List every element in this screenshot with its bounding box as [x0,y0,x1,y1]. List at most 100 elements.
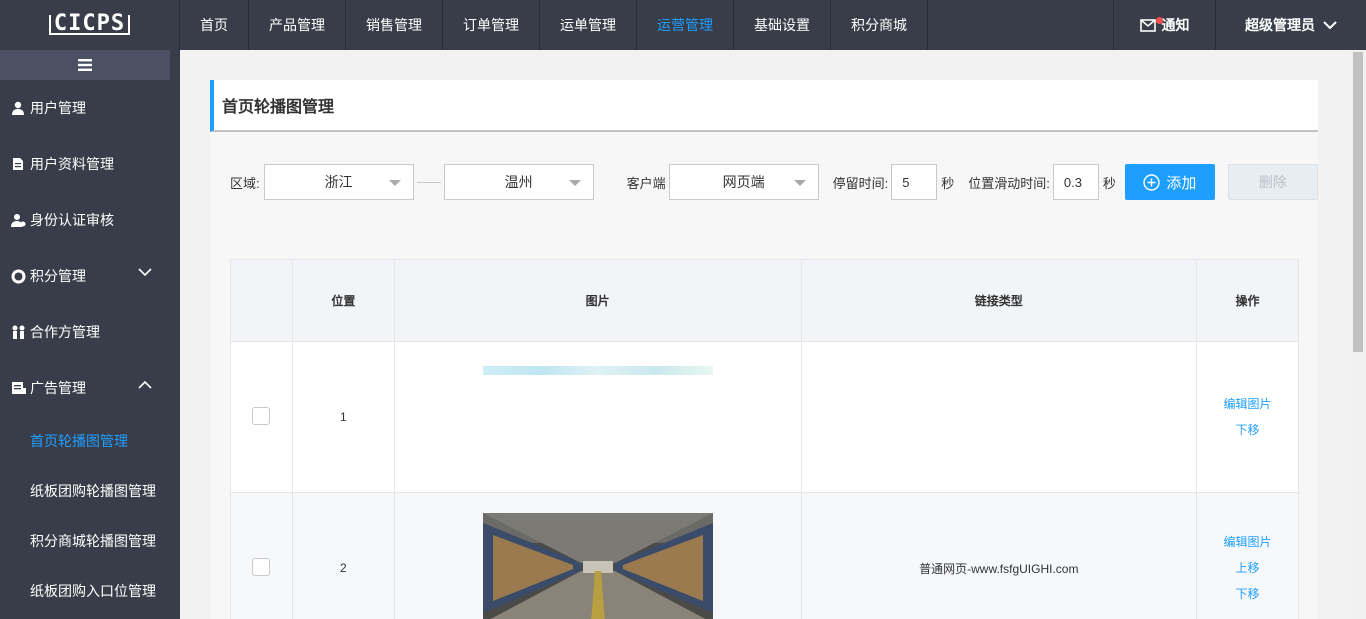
client-label: 客户端 [626,175,666,191]
partners-icon [10,324,26,340]
nav-item-sales[interactable]: 销售管理 [346,0,443,50]
content-card: 首页轮播图管理 区域: 浙江 温州 客户端 网页端 停留时间: 5 秒 位置滑动… [210,80,1318,619]
carousel-image-thumbnail[interactable] [482,365,713,375]
sidebar-item-label: 积分管理 [30,268,86,284]
delete-button[interactable]: 删除 [1227,164,1318,200]
notify-button[interactable]: 通知 [1113,0,1215,50]
page-title: 首页轮播图管理 [210,80,1318,132]
sidebar-item-label: 用户管理 [30,100,86,116]
stay-time-unit: 秒 [941,175,955,191]
user-check-icon [10,212,26,228]
sidebar-item-users[interactable]: 用户管理 [0,80,180,136]
sidebar-item-user-profiles[interactable]: 用户资料管理 [0,136,180,192]
sidebar-toggle[interactable] [0,50,170,80]
row-image-cell [393,492,802,619]
sidebar-subitem-points-mall-carousel[interactable]: 积分商城轮播图管理 [0,516,180,566]
row-checkbox[interactable] [252,406,271,425]
row-image-cell [393,341,802,493]
stay-time-label: 停留时间: [832,175,889,191]
nav-item-points-mall[interactable]: 积分商城 [831,0,928,50]
nav-item-products[interactable]: 产品管理 [249,0,346,50]
sidebar-item-label: 合作方管理 [30,324,100,340]
logo-text: CICPS [48,13,131,35]
city-select[interactable]: 温州 [443,164,594,200]
table-header-row: 位置 图片 链接类型 操作 [230,259,1299,342]
carousel-table: 位置 图片 链接类型 操作 1 编辑图片 下移 2 普通网页-www.fsfgU… [230,259,1299,619]
nav-item-orders[interactable]: 订单管理 [443,0,540,50]
user-name: 超级管理员 [1245,17,1315,33]
sidebar-item-identity-review[interactable]: 身份认证审核 [0,192,180,248]
nav-item-home[interactable]: 首页 [180,0,249,50]
slide-time-unit: 秒 [1102,175,1116,191]
sidebar: 用户管理 用户资料管理 身份认证审核 积分管理 合作方管理 广告管理 首页轮播图… [0,50,180,619]
nav-item-settings[interactable]: 基础设置 [734,0,831,50]
notify-label: 通知 [1161,17,1190,33]
client-select[interactable]: 网页端 [668,164,819,200]
slide-time-input[interactable]: 0.3 [1052,164,1099,200]
row-link-type: 普通网页-www.fsfgUIGHI.com [800,492,1198,619]
row-position: 2 [291,492,395,619]
top-nav: 首页 产品管理 销售管理 订单管理 运单管理 运营管理 基础设置 积分商城 [180,0,928,50]
edit-image-link[interactable]: 编辑图片 [1197,529,1298,555]
row-select-cell [230,492,293,619]
province-value: 浙江 [324,174,353,190]
warehouse-photo [482,513,713,619]
filter-bar: 区域: 浙江 温州 客户端 网页端 停留时间: 5 秒 位置滑动时间: 0.3 … [230,164,1318,200]
column-header-position: 位置 [291,259,395,342]
row-actions: 编辑图片 下移 [1196,341,1299,493]
nav-item-waybills[interactable]: 运单管理 [540,0,637,50]
stay-time-input[interactable]: 5 [891,164,938,200]
user-menu[interactable]: 超级管理员 [1215,0,1366,50]
add-button[interactable]: 添加 [1124,164,1215,200]
scrollbar-thumb[interactable] [1353,52,1363,352]
card-body: 区域: 浙江 温州 客户端 网页端 停留时间: 5 秒 位置滑动时间: 0.3 … [210,132,1318,619]
top-bar: CICPS 首页 产品管理 销售管理 订单管理 运单管理 运营管理 基础设置 积… [0,0,1366,50]
column-header-link-type: 链接类型 [800,259,1198,342]
add-button-label: 添加 [1166,174,1197,192]
nav-item-operations[interactable]: 运营管理 [637,0,734,50]
sidebar-subitem-cardboard-entry[interactable]: 纸板团购入口位管理 [0,566,180,616]
notify-badge-dot [1156,17,1163,24]
points-icon [10,268,26,284]
sidebar-item-points[interactable]: 积分管理 [0,248,180,304]
sidebar-item-ads[interactable]: 广告管理 [0,360,180,416]
move-down-link[interactable]: 下移 [1197,581,1298,607]
column-header-image: 图片 [393,259,802,342]
slide-time-label: 位置滑动时间: [968,175,1050,191]
city-value: 温州 [504,174,533,190]
caret-down-icon [568,180,581,186]
mail-icon [1139,18,1156,32]
ad-icon [10,380,26,396]
plus-circle-icon [1143,173,1161,191]
menu-icon [78,59,92,71]
row-link-type [800,341,1198,493]
column-header-actions: 操作 [1196,259,1299,342]
edit-image-link[interactable]: 编辑图片 [1197,391,1298,417]
sidebar-subitem-home-carousel[interactable]: 首页轮播图管理 [0,416,180,466]
range-divider [416,181,441,183]
province-select[interactable]: 浙江 [263,164,414,200]
row-position: 1 [291,341,395,493]
table-row: 2 普通网页-www.fsfgUIGHI.com 编辑图片 上移 下移 [230,492,1299,619]
main-content: 首页轮播图管理 区域: 浙江 温州 客户端 网页端 停留时间: 5 秒 位置滑动… [180,50,1350,619]
carousel-image-thumbnail[interactable] [482,513,713,619]
region-label: 区域: [230,175,260,191]
move-up-link[interactable]: 上移 [1197,555,1298,581]
move-down-link[interactable]: 下移 [1197,417,1298,443]
page-scrollbar[interactable] [1350,50,1366,619]
row-checkbox[interactable] [252,557,271,576]
client-value: 网页端 [722,174,765,190]
table-row: 1 编辑图片 下移 [230,341,1299,493]
sidebar-item-label: 用户资料管理 [30,156,114,172]
row-select-cell [230,341,293,493]
document-icon [10,156,26,172]
column-header-select [230,259,293,342]
sidebar-item-label: 广告管理 [30,380,86,396]
caret-down-icon [793,180,806,186]
logo[interactable]: CICPS [0,0,180,50]
sidebar-item-partners[interactable]: 合作方管理 [0,304,180,360]
chevron-up-icon [138,380,152,389]
sidebar-subitem-cardboard-carousel[interactable]: 纸板团购轮播图管理 [0,466,180,516]
chevron-down-icon [1323,20,1337,29]
sidebar-item-label: 身份认证审核 [30,212,114,228]
